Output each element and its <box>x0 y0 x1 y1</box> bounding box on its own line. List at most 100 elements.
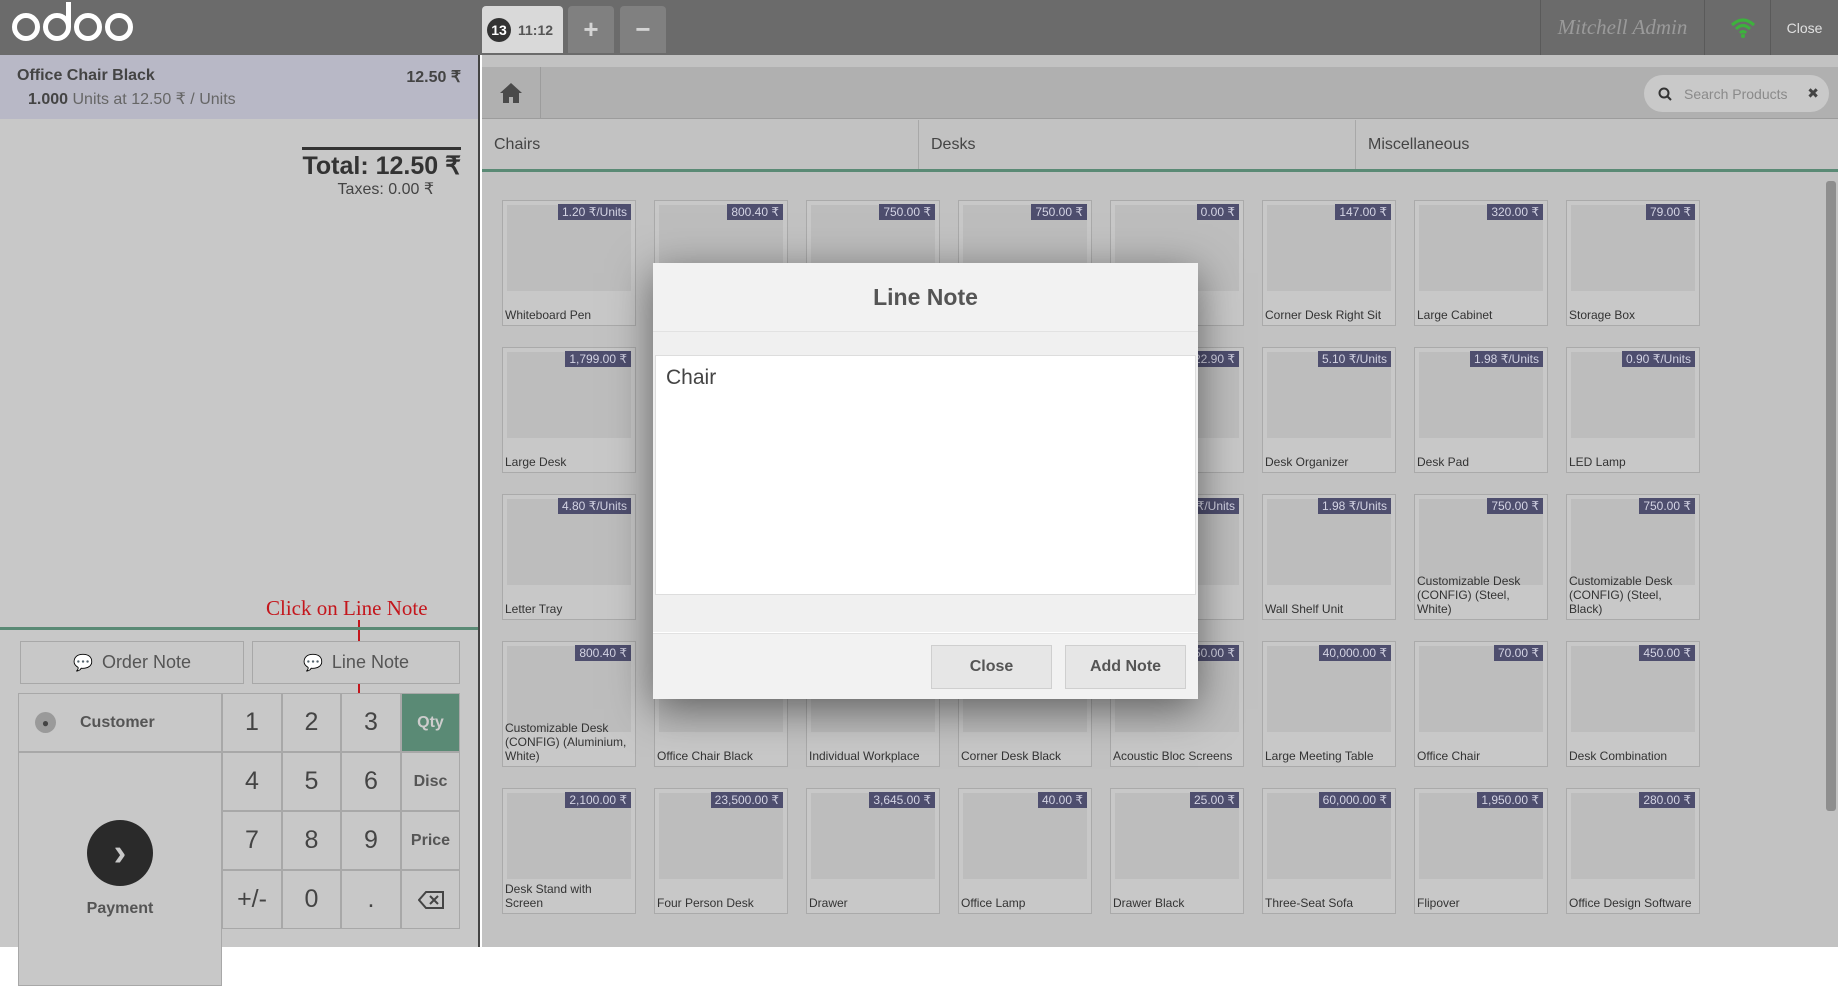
product-tile[interactable]: 3,645.00 ₹ Drawer <box>806 788 940 914</box>
numpad-5[interactable]: 5 <box>282 752 341 811</box>
dialog-footer: Close Add Note <box>653 633 1198 699</box>
scrollbar[interactable] <box>1826 181 1836 811</box>
note-textarea[interactable]: Chair <box>655 355 1196 595</box>
product-price: 750.00 ₹ <box>1639 498 1695 514</box>
product-tile[interactable]: 23,500.00 ₹ Four Person Desk <box>654 788 788 914</box>
close-session-button[interactable]: Close <box>1770 0 1838 55</box>
order-tab[interactable]: 13 11:12 <box>482 6 563 53</box>
product-price: 70.00 ₹ <box>1494 645 1543 661</box>
price-mode-button[interactable]: Price <box>401 811 460 870</box>
product-tile[interactable]: 0.90 ₹/Units LED Lamp <box>1566 347 1700 473</box>
product-tile[interactable]: 79.00 ₹ Storage Box <box>1566 200 1700 326</box>
product-name: Acoustic Bloc Screens <box>1113 749 1233 763</box>
product-price: 800.40 ₹ <box>575 645 631 661</box>
product-tile[interactable]: 1.98 ₹/Units Wall Shelf Unit <box>1262 494 1396 620</box>
product-tile[interactable]: 5.10 ₹/Units Desk Organizer <box>1262 347 1396 473</box>
line-note-dialog: Line Note Chair Close Add Note <box>653 263 1198 699</box>
product-price: 0.90 ₹/Units <box>1622 351 1695 367</box>
product-price: 750.00 ₹ <box>1031 204 1087 220</box>
numpad-8[interactable]: 8 <box>282 811 341 870</box>
numpad-decimal[interactable]: . <box>341 870 401 929</box>
numpad-9[interactable]: 9 <box>341 811 401 870</box>
product-name: Letter Tray <box>505 602 563 616</box>
product-tile[interactable]: 60,000.00 ₹ Three-Seat Sofa <box>1262 788 1396 914</box>
close-button[interactable]: Close <box>931 645 1052 689</box>
product-tile[interactable]: 800.40 ₹ Customizable Desk (CONFIG) (Alum… <box>502 641 636 767</box>
product-tile[interactable]: 2,100.00 ₹ Desk Stand with Screen <box>502 788 636 914</box>
chevron-right-icon: › <box>87 820 153 886</box>
backspace-button[interactable] <box>401 870 460 929</box>
product-tile[interactable]: 70.00 ₹ Office Chair <box>1414 641 1548 767</box>
product-price: 5.10 ₹/Units <box>1318 351 1391 367</box>
product-tile[interactable]: 40.00 ₹ Office Lamp <box>958 788 1092 914</box>
home-button[interactable] <box>482 67 541 119</box>
order-line-name: Office Chair Black <box>17 67 155 84</box>
numpad-4[interactable]: 4 <box>222 752 282 811</box>
product-tile[interactable]: 1.20 ₹/Units Whiteboard Pen <box>502 200 636 326</box>
product-name: Storage Box <box>1569 308 1636 322</box>
order-note-button[interactable]: 💬 Order Note <box>20 641 244 684</box>
home-icon <box>500 83 522 103</box>
product-tile[interactable]: 1,799.00 ₹ Large Desk <box>502 347 636 473</box>
numpad-6[interactable]: 6 <box>341 752 401 811</box>
product-name: Corner Desk Right Sit <box>1265 308 1382 322</box>
line-note-button[interactable]: 💬 Line Note <box>252 641 460 684</box>
panel-separator <box>0 627 478 630</box>
clear-search-icon[interactable]: ✖ <box>1807 85 1819 102</box>
product-tile[interactable]: 40,000.00 ₹ Large Meeting Table <box>1262 641 1396 767</box>
numpad-plus-minus[interactable]: +/- <box>222 870 282 929</box>
product-price: 4.80 ₹/Units <box>558 498 631 514</box>
numpad-1[interactable]: 1 <box>222 693 282 752</box>
product-price: 750.00 ₹ <box>1487 498 1543 514</box>
product-price: 40,000.00 ₹ <box>1318 645 1391 661</box>
numpad-0[interactable]: 0 <box>282 870 341 929</box>
category-miscellaneous[interactable]: Miscellaneous <box>1356 120 1793 169</box>
product-tile[interactable]: 4.80 ₹/Units Letter Tray <box>502 494 636 620</box>
numpad-3[interactable]: 3 <box>341 693 401 752</box>
add-note-button[interactable]: Add Note <box>1065 645 1186 689</box>
category-desks[interactable]: Desks <box>919 120 1356 169</box>
product-tile[interactable]: 750.00 ₹ Customizable Desk (CONFIG) (Stee… <box>1414 494 1548 620</box>
product-price: 1.98 ₹/Units <box>1470 351 1543 367</box>
product-tile[interactable]: 1.98 ₹/Units Desk Pad <box>1414 347 1548 473</box>
product-tile[interactable]: 25.00 ₹ Drawer Black <box>1110 788 1244 914</box>
product-name: Drawer <box>809 896 848 910</box>
disc-mode-button[interactable]: Disc <box>401 752 460 811</box>
product-tile[interactable]: 147.00 ₹ Corner Desk Right Sit <box>1262 200 1396 326</box>
product-tile[interactable]: 1,950.00 ₹ Flipover <box>1414 788 1548 914</box>
product-tile[interactable]: 450.00 ₹ Desk Combination <box>1566 641 1700 767</box>
numpad-7[interactable]: 7 <box>222 811 282 870</box>
product-price: 79.00 ₹ <box>1646 204 1695 220</box>
product-name: Office Lamp <box>961 896 1026 910</box>
order-line[interactable]: Office Chair Black 12.50 ₹ 1.000 Units a… <box>0 55 478 119</box>
top-bar: 13 11:12 + − Mitchell Admin Close <box>0 0 1838 55</box>
product-name: Individual Workplace <box>809 749 920 763</box>
comment-icon: 💬 <box>303 654 323 672</box>
product-tile[interactable]: 320.00 ₹ Large Cabinet <box>1414 200 1548 326</box>
search-box[interactable]: Search Products ✖ <box>1644 75 1829 112</box>
numpad-2[interactable]: 2 <box>282 693 341 752</box>
product-tile[interactable]: 280.00 ₹ Office Design Software <box>1566 788 1700 914</box>
product-name: Desk Organizer <box>1265 455 1349 469</box>
payment-button[interactable]: › Payment <box>18 752 222 986</box>
product-price: 450.00 ₹ <box>1639 645 1695 661</box>
product-price: 1,799.00 ₹ <box>565 351 631 367</box>
product-price: 3,645.00 ₹ <box>869 792 935 808</box>
search-input[interactable]: Search Products <box>1684 86 1788 102</box>
qty-mode-button[interactable]: Qty <box>401 693 460 752</box>
order-taxes: Taxes: 0.00 ₹ <box>337 181 434 198</box>
new-order-button[interactable]: + <box>568 6 614 53</box>
product-name: Large Cabinet <box>1417 308 1493 322</box>
customer-button[interactable]: ● Customer <box>18 693 222 752</box>
order-total: Total: 12.50 ₹ <box>302 147 461 181</box>
delete-order-button[interactable]: − <box>620 6 666 53</box>
product-name: Flipover <box>1417 896 1460 910</box>
product-tile[interactable]: 750.00 ₹ Customizable Desk (CONFIG) (Stee… <box>1566 494 1700 620</box>
category-chairs[interactable]: Chairs <box>482 120 919 169</box>
product-price: 23,500.00 ₹ <box>710 792 783 808</box>
user-name[interactable]: Mitchell Admin <box>1540 0 1705 55</box>
product-name: Desk Pad <box>1417 455 1470 469</box>
product-name: LED Lamp <box>1569 455 1626 469</box>
product-price: 40.00 ₹ <box>1038 792 1087 808</box>
product-name: Office Design Software <box>1569 896 1692 910</box>
